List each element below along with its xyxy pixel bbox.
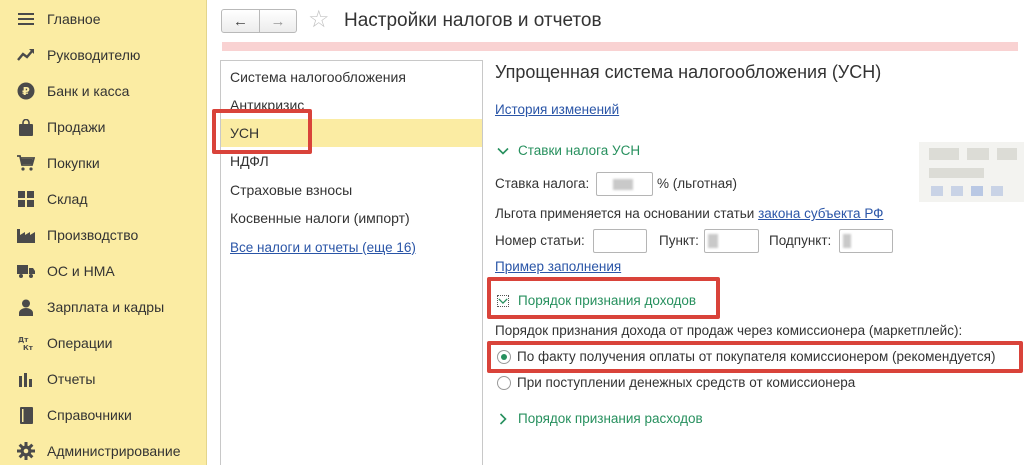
blurred-thumbnail bbox=[919, 142, 1024, 202]
option-funds-receipt-label[interactable]: При поступлении денежных средств от коми… bbox=[517, 375, 855, 390]
bar-chart-icon bbox=[17, 370, 35, 388]
forward-button[interactable]: → bbox=[258, 10, 296, 32]
sidebar-item-label: ОС и НМА bbox=[47, 263, 115, 279]
person-icon bbox=[17, 298, 35, 316]
subpoint-label: Подпункт: bbox=[769, 233, 832, 248]
warehouse-icon bbox=[17, 190, 35, 208]
all-taxes-link-label: Все налоги и отчеты (еще 16) bbox=[230, 239, 416, 255]
group-income-recognition-label: Порядок признания доходов bbox=[518, 293, 697, 308]
sidebar-item-label: Банк и касса bbox=[47, 83, 130, 99]
all-taxes-link[interactable]: Все налоги и отчеты (еще 16) bbox=[221, 233, 482, 261]
sidebar-item-reports[interactable]: Отчеты bbox=[0, 361, 207, 397]
group-expense-recognition[interactable]: Порядок признания расходов bbox=[497, 411, 703, 426]
svg-text:Кт: Кт bbox=[23, 344, 34, 352]
sidebar-item-label: Продажи bbox=[47, 119, 106, 135]
sidebar-item-label: Покупки bbox=[47, 155, 100, 171]
sidebar-item-label: Отчеты bbox=[47, 371, 96, 387]
sidebar-item-label: Зарплата и кадры bbox=[47, 299, 165, 315]
group-tax-rates-label: Ставки налога УСН bbox=[518, 143, 641, 158]
page-title: Настройки налогов и отчетов bbox=[344, 10, 602, 31]
sidebar-item-label: Справочники bbox=[47, 407, 132, 423]
subpoint-input[interactable] bbox=[839, 229, 893, 253]
sidebar-item-bank[interactable]: ₽ Банк и касса bbox=[0, 73, 207, 109]
sidebar-item-main[interactable]: Главное bbox=[0, 1, 207, 37]
factory-icon bbox=[17, 226, 35, 244]
svg-text:₽: ₽ bbox=[22, 85, 30, 98]
sidebar-item-label: Производство bbox=[47, 227, 139, 243]
tax-section-list: Система налогообложения Антикризис УСН Н… bbox=[220, 60, 483, 465]
sidebar-item-purchases[interactable]: Покупки bbox=[0, 145, 207, 181]
radio-option-funds-receipt[interactable] bbox=[497, 376, 511, 390]
income-question: Порядок признания дохода от продаж через… bbox=[495, 323, 963, 338]
sidebar-item-production[interactable]: Производство bbox=[0, 217, 207, 253]
info-bar bbox=[222, 42, 1018, 51]
sidebar-item-salary[interactable]: Зарплата и кадры bbox=[0, 289, 207, 325]
sidebar-item-label: Операции bbox=[47, 335, 113, 351]
history-link[interactable]: История изменений bbox=[495, 102, 619, 117]
list-item-usn[interactable]: УСН bbox=[221, 119, 482, 147]
list-item-insurance[interactable]: Страховые взносы bbox=[221, 176, 482, 204]
sidebar-item-label: Руководителю bbox=[47, 47, 141, 63]
article-input[interactable] bbox=[593, 229, 647, 253]
example-link[interactable]: Пример заполнения bbox=[495, 259, 621, 274]
chevron-down-icon bbox=[497, 147, 509, 155]
sidebar-item-sales[interactable]: Продажи bbox=[0, 109, 207, 145]
chevron-right-icon bbox=[499, 412, 507, 425]
sidebar-item-label: Склад bbox=[47, 191, 88, 207]
point-input[interactable] bbox=[704, 229, 759, 253]
sidebar: Главное Руководителю ₽ Банк и касса Прод… bbox=[0, 0, 207, 465]
sidebar-item-assets[interactable]: ОС и НМА bbox=[0, 253, 207, 289]
ruble-icon: ₽ bbox=[17, 82, 35, 100]
basis-text: Льгота применяется на основании статьи bbox=[495, 206, 755, 221]
rate-label: Ставка налога: bbox=[495, 176, 590, 191]
sidebar-item-label: Администрирование bbox=[47, 443, 181, 459]
group-tax-rates[interactable]: Ставки налога УСН bbox=[497, 143, 640, 158]
basis-label: Льгота применяется на основании статьи з… bbox=[495, 206, 883, 221]
main-content: Упрощенная система налогообложения (УСН)… bbox=[483, 52, 1024, 465]
history-nav: ← → bbox=[221, 9, 297, 33]
article-label: Номер статьи: bbox=[495, 233, 585, 248]
menu-icon bbox=[17, 10, 35, 28]
back-button[interactable]: ← bbox=[222, 10, 259, 32]
chevron-down-icon bbox=[497, 294, 509, 307]
sidebar-item-warehouse[interactable]: Склад bbox=[0, 181, 207, 217]
trend-icon bbox=[17, 46, 35, 64]
list-item-anticrisis[interactable]: Антикризис bbox=[221, 91, 482, 119]
group-expense-recognition-label: Порядок признания расходов bbox=[518, 411, 703, 426]
option-commission-payment-label[interactable]: По факту получения оплаты от покупателя … bbox=[517, 349, 995, 364]
sidebar-item-directories[interactable]: Справочники bbox=[0, 397, 207, 433]
list-item-indirect-taxes[interactable]: Косвенные налоги (импорт) bbox=[221, 204, 482, 232]
sidebar-item-admin[interactable]: Администрирование bbox=[0, 433, 207, 465]
favorite-star-icon[interactable]: ☆ bbox=[308, 6, 330, 34]
book-icon bbox=[17, 406, 35, 424]
svg-text:Дт: Дт bbox=[18, 336, 29, 344]
sidebar-item-operations[interactable]: Дт Кт Операции bbox=[0, 325, 207, 361]
gear-icon bbox=[17, 442, 35, 460]
sidebar-item-manager[interactable]: Руководителю bbox=[0, 37, 207, 73]
group-income-recognition[interactable]: Порядок признания доходов bbox=[497, 293, 696, 308]
cart-icon bbox=[17, 154, 35, 172]
list-item-tax-system[interactable]: Система налогообложения bbox=[221, 63, 482, 91]
sidebar-item-label: Главное bbox=[47, 11, 101, 27]
list-item-ndfl[interactable]: НДФЛ bbox=[221, 147, 482, 175]
truck-icon bbox=[17, 262, 35, 280]
bag-icon bbox=[17, 118, 35, 136]
point-label: Пункт: bbox=[659, 233, 699, 248]
header: ← → ☆ Настройки налогов и отчетов bbox=[208, 0, 1024, 42]
debit-credit-icon: Дт Кт bbox=[17, 334, 35, 352]
regional-law-link[interactable]: закона субъекта РФ bbox=[758, 206, 883, 221]
rate-input[interactable] bbox=[596, 172, 653, 196]
radio-option-commission-payment[interactable] bbox=[497, 350, 511, 364]
section-title: Упрощенная система налогообложения (УСН) bbox=[495, 62, 882, 82]
rate-suffix: % (льготная) bbox=[657, 176, 737, 191]
